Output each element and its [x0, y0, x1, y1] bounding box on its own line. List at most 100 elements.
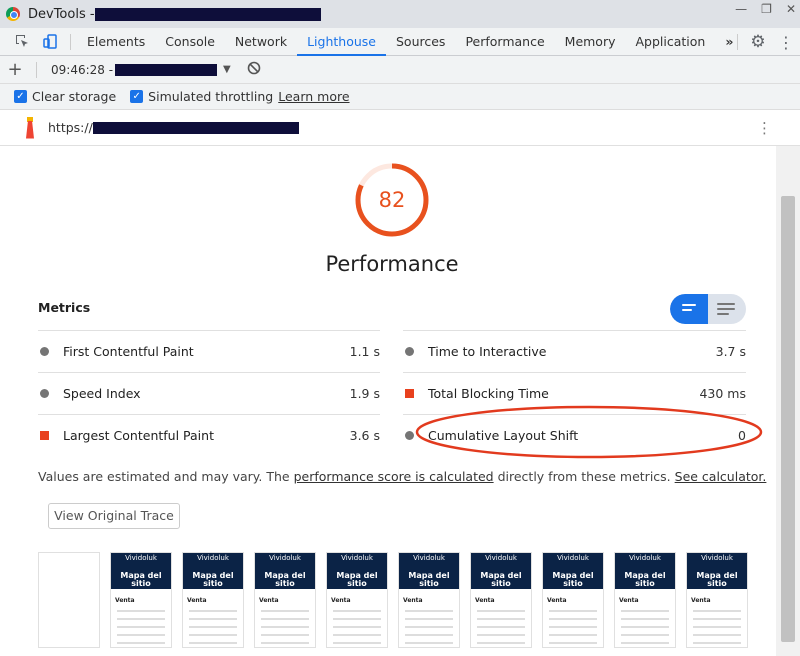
restore-icon[interactable]: ❐: [761, 2, 772, 16]
window-titlebar: DevTools - — ❐ ✕: [0, 0, 800, 28]
frame-line: [333, 634, 381, 636]
frame-line: [117, 626, 165, 628]
average-status-icon: [405, 347, 414, 356]
metric-time-to-interactive: Time to Interactive 3.7 s: [403, 330, 746, 372]
lighthouse-report: 82 Performance Metrics First Contentful …: [10, 146, 776, 656]
clear-storage-checkbox[interactable]: ✓: [14, 90, 27, 103]
see-calculator-link[interactable]: See calculator.: [675, 469, 767, 484]
frame-title: Mapa del sitio: [120, 570, 162, 589]
frame-brand: Vividoluk: [701, 554, 733, 562]
frame-line: [333, 626, 381, 628]
options-bar: ✓ Clear storage ✓ Simulated throttling L…: [0, 84, 800, 110]
close-icon[interactable]: ✕: [786, 2, 796, 16]
device-toolbar-icon[interactable]: [36, 28, 64, 56]
report-url-prefix: https://: [48, 120, 93, 135]
filmstrip-frame: Vividoluk Mapa del sitio Venta: [398, 552, 460, 648]
inspect-element-icon[interactable]: [8, 28, 36, 56]
score-calculated-link[interactable]: performance score is calculated: [294, 469, 494, 484]
frame-line: [117, 642, 165, 644]
metrics-heading: Metrics: [38, 300, 91, 315]
report-selector[interactable]: 09:46:28 - ▼: [51, 63, 231, 77]
frame-section: Venta: [187, 597, 207, 604]
frame-title: Mapa del sitio: [192, 570, 234, 589]
metric-name: Total Blocking Time: [428, 386, 549, 401]
metric-value: 1.1 s: [349, 344, 380, 359]
frame-line: [117, 610, 165, 612]
tab-application[interactable]: Application: [626, 28, 716, 56]
frame-line: [405, 618, 453, 620]
metric-value: 3.6 s: [349, 428, 380, 443]
redacted-title: [94, 7, 321, 21]
frame-line: [477, 634, 525, 636]
frame-line: [333, 642, 381, 644]
frame-header: Vividoluk Mapa del sitio: [111, 553, 171, 589]
report-menu-icon[interactable]: ⋮: [757, 119, 772, 137]
frame-line: [261, 634, 309, 636]
simulated-throttling-checkbox[interactable]: ✓: [130, 90, 144, 103]
score-title: Performance: [325, 252, 459, 276]
frame-line: [693, 626, 741, 628]
filmstrip-frame: Vividoluk Mapa del sitio Venta: [326, 552, 388, 648]
frame-line: [189, 626, 237, 628]
tab-lighthouse[interactable]: Lighthouse: [297, 28, 386, 56]
scrollbar-thumb[interactable]: [781, 196, 795, 642]
metric-speed-index: Speed Index 1.9 s: [38, 372, 380, 414]
frame-section: Venta: [547, 597, 567, 604]
filmstrip-frame: Vividoluk Mapa del sitio Venta: [110, 552, 172, 648]
frame-line: [693, 618, 741, 620]
tab-performance[interactable]: Performance: [455, 28, 554, 56]
learn-more-link[interactable]: Learn more: [278, 89, 349, 104]
frame-brand: Vividoluk: [485, 554, 517, 562]
frame-header: Vividoluk Mapa del sitio: [327, 553, 387, 589]
frame-line: [405, 610, 453, 612]
simulated-throttling-label: Simulated throttling: [148, 89, 274, 104]
more-options-icon[interactable]: ⋮: [772, 28, 800, 56]
frame-section: Venta: [475, 597, 495, 604]
settings-gear-icon[interactable]: ⚙: [744, 28, 772, 56]
metrics-disclaimer: Values are estimated and may vary. The p…: [38, 469, 766, 484]
metrics-view-toggle[interactable]: [670, 294, 746, 324]
fail-status-icon: [40, 431, 49, 440]
frame-header: Vividoluk Mapa del sitio: [615, 553, 675, 589]
tab-memory[interactable]: Memory: [555, 28, 626, 56]
redacted-report-url: [115, 63, 218, 76]
frame-section: Venta: [691, 597, 711, 604]
redacted-report-url: [92, 121, 299, 134]
frame-line: [549, 610, 597, 612]
view-original-trace-button[interactable]: View Original Trace: [48, 503, 180, 529]
frame-title: Mapa del sitio: [408, 570, 450, 589]
frame-line: [477, 610, 525, 612]
frame-line: [261, 626, 309, 628]
frame-line: [117, 634, 165, 636]
filmstrip-frame: Vividoluk Mapa del sitio Venta: [542, 552, 604, 648]
metric-value: 1.9 s: [349, 386, 380, 401]
frame-line: [549, 634, 597, 636]
clear-reports-icon[interactable]: [247, 61, 261, 78]
frame-header: Vividoluk Mapa del sitio: [255, 553, 315, 589]
tabbar-divider: [737, 34, 738, 50]
score-value: 82: [378, 188, 406, 212]
lighthouse-logo-icon: [22, 116, 38, 139]
tab-elements[interactable]: Elements: [77, 28, 155, 56]
frame-line: [621, 642, 669, 644]
expanded-lines-icon[interactable]: [717, 303, 735, 315]
metric-largest-contentful-paint: Largest Contentful Paint 3.6 s: [38, 414, 380, 456]
metric-name: Cumulative Layout Shift: [428, 428, 579, 443]
frame-line: [189, 642, 237, 644]
metric-name: Time to Interactive: [428, 344, 547, 359]
tab-sources[interactable]: Sources: [386, 28, 455, 56]
tab-network[interactable]: Network: [225, 28, 297, 56]
frame-line: [333, 618, 381, 620]
frame-header: Vividoluk Mapa del sitio: [183, 553, 243, 589]
frame-line: [621, 618, 669, 620]
metric-cumulative-layout-shift: Cumulative Layout Shift 0: [403, 414, 746, 456]
minimize-icon[interactable]: —: [735, 2, 747, 16]
tab-console[interactable]: Console: [155, 28, 225, 56]
frame-line: [477, 642, 525, 644]
frame-line: [621, 610, 669, 612]
new-report-button[interactable]: +: [0, 59, 30, 80]
frame-brand: Vividoluk: [197, 554, 229, 562]
frame-line: [405, 642, 453, 644]
frame-title: Mapa del sitio: [480, 570, 522, 589]
frame-line: [693, 634, 741, 636]
